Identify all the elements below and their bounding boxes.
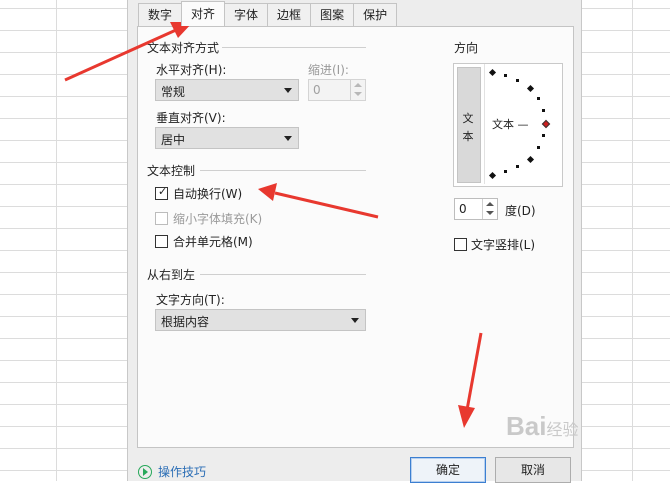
orientation-tick [516, 79, 519, 82]
chevron-down-icon [284, 88, 292, 93]
section-title-text-control: 文本控制 [147, 164, 196, 178]
degree-spinner[interactable]: 0 [454, 198, 498, 220]
section-divider [222, 47, 366, 48]
orientation-tick [542, 109, 545, 112]
horizontal-align-value: 常规 [161, 85, 186, 99]
orientation-marker-bottom [488, 171, 497, 180]
text-direction-value: 根据内容 [161, 315, 210, 329]
indent-label: 缩进(I): [308, 63, 349, 77]
orientation-tick [537, 97, 540, 100]
check-icon: ✓ [158, 185, 168, 198]
wrap-text-label[interactable]: 自动换行(W) [173, 185, 242, 202]
vertical-text-checkbox[interactable] [454, 238, 467, 251]
tab-border[interactable]: 边框 [267, 3, 312, 26]
vertical-align-label: 垂直对齐(V): [156, 111, 226, 125]
orientation-handle[interactable] [541, 119, 551, 129]
orientation-dial[interactable]: 文本 — [484, 64, 561, 184]
dialog-tabs: 数字 对齐 字体 边框 图案 保护 [138, 1, 398, 27]
text-direction-select[interactable]: 根据内容 [155, 309, 366, 331]
orientation-preview-text: 文本 — [492, 118, 529, 131]
orientation-marker-top [488, 68, 497, 77]
spin-up-icon[interactable] [354, 83, 362, 87]
ok-button[interactable]: 确定 [410, 457, 486, 483]
tips-label: 操作技巧 [158, 465, 207, 479]
tab-protection[interactable]: 保护 [353, 3, 398, 26]
format-cells-dialog: 数字 对齐 字体 边框 图案 保护 文本对齐方式 水平对齐(H): 常规 缩进(… [127, 0, 582, 483]
merge-cells-checkbox[interactable] [155, 235, 168, 248]
shrink-to-fit-checkbox[interactable] [155, 212, 168, 225]
cancel-button[interactable]: 取消 [495, 457, 571, 483]
vertical-align-value: 居中 [161, 133, 186, 147]
watermark-text: Bai [506, 411, 547, 441]
orientation-tick [537, 146, 540, 149]
indent-value: 0 [313, 83, 321, 97]
tab-font[interactable]: 字体 [224, 3, 269, 26]
section-title-rtl: 从右到左 [147, 268, 196, 282]
play-icon [138, 464, 152, 479]
tips-link[interactable]: 操作技巧 [138, 463, 206, 480]
watermark-logo: Bai经验 [506, 411, 578, 442]
orientation-tick [516, 165, 519, 168]
spinner-buttons [350, 80, 365, 100]
vertical-text-char: 文 [462, 112, 474, 125]
section-title-orientation: 方向 [454, 41, 479, 55]
wrap-text-checkbox[interactable]: ✓ [155, 185, 168, 200]
tab-number[interactable]: 数字 [138, 3, 183, 26]
section-divider [200, 170, 366, 171]
orientation-tick [504, 74, 507, 77]
orientation-marker [526, 84, 535, 93]
shrink-to-fit-label[interactable]: 缩小字体填充(K) [173, 210, 262, 227]
vertical-text-button[interactable]: 文 本 [457, 67, 481, 183]
spin-up-icon[interactable] [486, 202, 494, 206]
horizontal-align-select[interactable]: 常规 [155, 79, 299, 101]
vertical-text-char: 本 [462, 130, 474, 143]
degree-label: 度(D) [505, 204, 536, 218]
chevron-down-icon [284, 136, 292, 141]
vertical-text-label[interactable]: 文字竖排(L) [471, 236, 535, 253]
vertical-align-select[interactable]: 居中 [155, 127, 299, 149]
section-title-text-alignment: 文本对齐方式 [147, 41, 220, 55]
indent-spinner[interactable]: 0 [308, 79, 366, 101]
spin-down-icon[interactable] [354, 92, 362, 96]
spinner-buttons [482, 199, 497, 219]
spin-down-icon[interactable] [486, 211, 494, 215]
orientation-box: 文 本 文本 — [453, 63, 563, 187]
horizontal-align-label: 水平对齐(H): [156, 63, 227, 77]
degree-value: 0 [459, 202, 467, 216]
orientation-tick [542, 134, 545, 137]
orientation-tick [504, 170, 507, 173]
merge-cells-label[interactable]: 合并单元格(M) [173, 233, 253, 250]
chevron-down-icon [351, 318, 359, 323]
tab-alignment[interactable]: 对齐 [181, 1, 226, 26]
orientation-marker [526, 155, 535, 164]
alignment-panel: 文本对齐方式 水平对齐(H): 常规 缩进(I): 0 垂直对齐(V): 居中 … [137, 26, 574, 448]
section-divider [200, 274, 366, 275]
text-direction-label: 文字方向(T): [156, 293, 225, 307]
watermark-suffix: 经验 [546, 422, 579, 439]
tab-pattern[interactable]: 图案 [310, 3, 355, 26]
